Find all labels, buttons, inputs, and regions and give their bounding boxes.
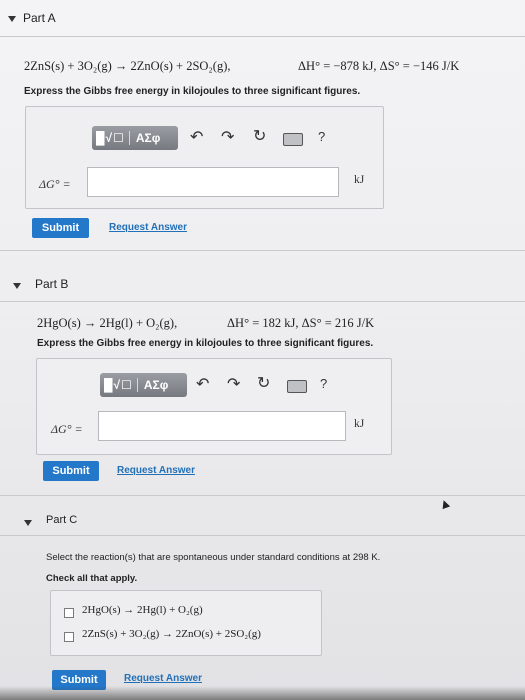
part-a-request-answer-link[interactable]: Request Answer <box>109 222 187 233</box>
templates-button[interactable]: █√☐ <box>92 131 129 145</box>
part-b-thermo: ΔH° = 182 kJ, ΔS° = 216 J/K <box>227 316 375 330</box>
part-b-reaction: 2HgO(s) → 2Hg(l) + O₂(g), <box>37 316 178 330</box>
collapse-caret-icon[interactable] <box>8 16 16 22</box>
redo-icon[interactable]: ↷ <box>227 377 240 393</box>
part-b-math-toolbar: █√☐ ΑΣφ <box>100 373 187 397</box>
part-a-answer-label: ΔG° = <box>39 177 71 191</box>
part-b-title[interactable]: Part B <box>35 277 68 291</box>
part-b-answer-label: ΔG° = <box>51 422 83 436</box>
help-icon[interactable]: ? <box>318 129 325 144</box>
keyboard-icon[interactable] <box>287 380 307 393</box>
part-c-choices-panel <box>50 590 322 656</box>
part-c-title[interactable]: Part C <box>46 514 77 526</box>
collapse-caret-icon[interactable] <box>24 520 32 526</box>
templates-button[interactable]: █√☐ <box>100 378 137 392</box>
part-b-request-answer-link[interactable]: Request Answer <box>117 465 195 476</box>
part-a-title[interactable]: Part A <box>23 11 56 25</box>
reset-icon[interactable]: ↻ <box>257 376 270 392</box>
mouse-cursor-icon <box>439 498 451 510</box>
part-c-prompt: Select the reaction(s) that are spontane… <box>46 552 381 563</box>
redo-icon[interactable]: ↷ <box>221 130 234 146</box>
option-checkbox[interactable] <box>64 608 74 618</box>
option-checkbox[interactable] <box>64 632 74 642</box>
part-c-instruction: Check all that apply. <box>46 573 138 584</box>
part-a-unit: kJ <box>354 174 365 186</box>
keyboard-icon[interactable] <box>283 133 303 146</box>
part-c-request-answer-link[interactable]: Request Answer <box>124 673 202 684</box>
part-a-math-toolbar: █√☐ ΑΣφ <box>92 126 178 150</box>
help-icon[interactable]: ? <box>320 376 327 391</box>
bottom-edge-shadow <box>0 686 525 700</box>
divider <box>0 535 525 536</box>
part-b-instruction: Express the Gibbs free energy in kilojou… <box>37 338 374 349</box>
option-label[interactable]: 2HgO(s) → 2Hg(l) + O₂(g) <box>82 604 203 616</box>
part-b-submit-button[interactable]: Submit <box>43 461 99 481</box>
undo-icon[interactable]: ↶ <box>190 130 203 146</box>
greek-symbols-button[interactable]: ΑΣφ <box>128 131 166 145</box>
divider <box>0 301 525 302</box>
part-b-unit: kJ <box>354 418 365 430</box>
collapse-caret-icon[interactable] <box>13 283 21 289</box>
part-a-reaction: 2ZnS(s) + 3O₂(g) → 2ZnO(s) + 2SO₂(g), <box>24 59 231 73</box>
page: Part A 2ZnS(s) + 3O₂(g) → 2ZnO(s) + 2SO₂… <box>0 0 525 700</box>
part-a-answer-input[interactable] <box>87 167 339 197</box>
divider <box>0 250 525 251</box>
divider <box>0 36 525 37</box>
reset-icon[interactable]: ↻ <box>253 129 266 145</box>
part-b-answer-input[interactable] <box>98 411 346 441</box>
greek-symbols-button[interactable]: ΑΣφ <box>136 378 174 392</box>
part-a-instruction: Express the Gibbs free energy in kilojou… <box>24 86 361 97</box>
divider <box>0 495 525 496</box>
part-a-thermo: ΔH° = −878 kJ, ΔS° = −146 J/K <box>298 59 460 73</box>
undo-icon[interactable]: ↶ <box>196 377 209 393</box>
option-label[interactable]: 2ZnS(s) + 3O₂(g) → 2ZnO(s) + 2SO₂(g) <box>82 628 261 640</box>
part-a-submit-button[interactable]: Submit <box>32 218 89 238</box>
